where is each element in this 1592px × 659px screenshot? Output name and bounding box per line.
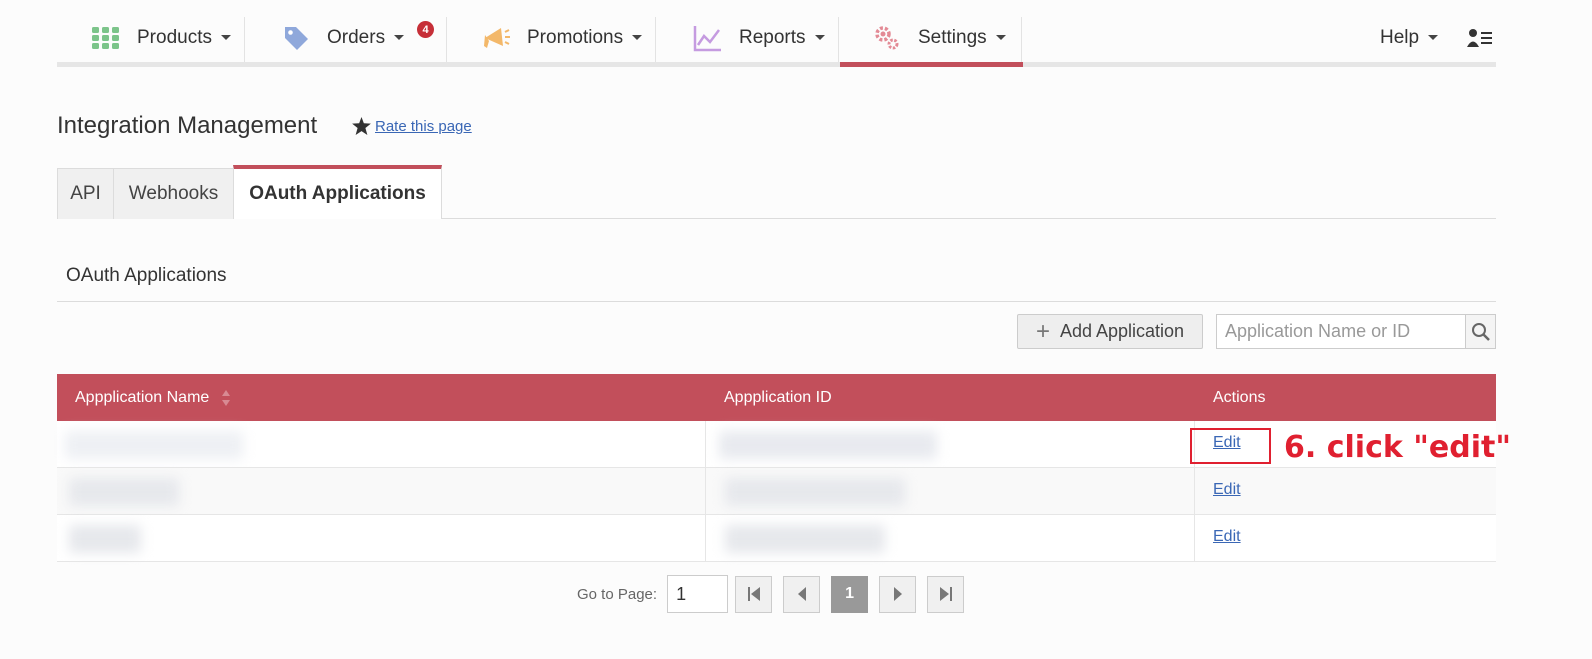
next-page-button[interactable] [879,575,917,613]
top-navigation: Products Orders 4 Promotions Reports Set… [57,13,1496,67]
nav-reports[interactable]: Reports [693,13,825,62]
rate-page-link[interactable]: Rate this page [375,118,472,135]
tab-bar: API Webhooks OAuth Applications [57,165,1496,219]
nav-products[interactable]: Products [91,13,231,62]
chart-icon [693,23,723,53]
tag-icon [281,23,311,53]
divider [57,301,1496,302]
next-page-icon [893,587,902,601]
redacted-id [725,478,905,506]
table-row: Edit [57,515,1496,562]
previous-page-icon [797,587,806,601]
nav-promotions[interactable]: Promotions [481,13,643,62]
nav-label: Promotions [527,26,624,48]
chevron-down-icon [814,35,825,40]
search-input[interactable] [1217,315,1465,348]
first-page-button[interactable] [735,575,773,613]
table-row: Edit [57,468,1496,515]
gear-icon [872,23,902,53]
page-number-input[interactable] [667,575,729,613]
redacted-name [65,431,243,459]
chevron-down-icon [995,35,1006,40]
pagination: Go to Page: 1 [577,575,975,613]
column-header-name[interactable]: Appplication Name [75,374,231,421]
column-header-actions: Actions [1213,388,1266,406]
table-header: Appplication Name Appplication ID Action… [57,374,1496,421]
megaphone-icon [481,23,511,53]
plus-icon: + [1035,317,1050,345]
table-row: Edit [57,421,1496,468]
nav-settings[interactable]: Settings [872,13,1006,62]
search-button[interactable] [1465,315,1495,348]
rate-page: Rate this page [352,117,472,135]
column-header-label: Appplication Name [75,388,210,406]
search-icon [1471,322,1490,341]
edit-link[interactable]: Edit [1213,481,1241,499]
nav-label: Help [1380,26,1420,48]
nav-underline [57,62,1496,67]
current-page-button[interactable]: 1 [831,575,869,613]
section-title: OAuth Applications [66,265,227,286]
nav-help[interactable]: Help [1380,13,1439,62]
last-page-button[interactable] [927,575,965,613]
edit-link[interactable]: Edit [1213,528,1241,546]
go-to-page-label: Go to Page: [577,585,658,603]
tab-api[interactable]: API [57,168,114,219]
star-icon [352,117,371,135]
nav-label: Products [137,26,212,48]
applications-table: Appplication Name Appplication ID Action… [57,374,1496,562]
column-header-id: Appplication ID [724,388,832,406]
chevron-down-icon [632,35,643,40]
sort-icon [222,389,231,406]
nav-label: Orders [327,26,386,48]
add-application-button[interactable]: + Add Application [1017,314,1203,349]
redacted-id [719,431,937,459]
search-box [1216,314,1496,349]
first-page-icon [747,587,760,601]
redacted-name [69,525,141,553]
nav-label: Reports [739,26,806,48]
add-application-label: Add Application [1059,321,1185,341]
tab-oauth-applications[interactable]: OAuth Applications [233,165,442,219]
chevron-down-icon [220,35,231,40]
nav-orders[interactable]: Orders [281,13,405,62]
nav-active-indicator [840,62,1023,67]
annotation-highlight-box [1190,428,1271,464]
page-title: Integration Management [57,112,318,139]
chevron-down-icon [1428,35,1439,40]
last-page-icon [939,587,952,601]
orders-count-badge: 4 [417,21,434,38]
redacted-id [725,525,885,553]
redacted-name [69,478,179,506]
grid-icon [91,23,121,53]
tab-webhooks[interactable]: Webhooks [113,168,234,219]
previous-page-button[interactable] [783,575,821,613]
chevron-down-icon [394,35,405,40]
annotation-text: 6. click "edit" [1284,430,1511,465]
user-menu-icon[interactable] [1467,13,1493,62]
nav-label: Settings [918,26,987,48]
